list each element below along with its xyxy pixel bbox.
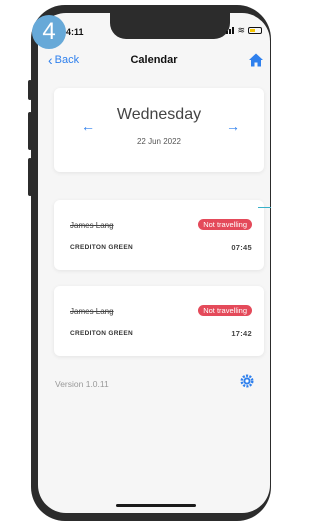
status-icons: ≋ [226, 25, 262, 35]
status-badge: Not travelling [198, 305, 252, 316]
battery-icon [248, 26, 262, 34]
mute-switch [28, 80, 32, 100]
next-day-arrow[interactable]: → [226, 118, 240, 134]
phone-screen: 4:11 ≋ ‹ Back Calendar ← Wednesday → 22 … [38, 13, 270, 513]
trip-card[interactable]: James Lang Not travelling CREDITON GREEN… [54, 286, 264, 356]
pickup-time: 17:42 [231, 329, 252, 338]
navigation-bar: ‹ Back Calendar [38, 51, 270, 71]
signal-icon [226, 26, 235, 34]
pickup-time: 07:45 [231, 243, 252, 252]
trip-card[interactable]: James Lang Not travelling CREDITON GREEN… [54, 200, 264, 270]
selected-date: 22 Jun 2022 [136, 137, 182, 146]
pickup-location: CREDITON GREEN [70, 244, 133, 251]
date-selector-card: ← Wednesday → 22 Jun 2022 [54, 88, 264, 172]
app-version: Version 1.0.11 [55, 379, 109, 389]
status-badge: Not travelling [198, 219, 252, 230]
gear-icon[interactable] [240, 374, 254, 388]
wifi-icon: ≋ [237, 25, 245, 35]
page-title: Calendar [130, 54, 178, 66]
status-time: 4:11 [66, 27, 84, 37]
step-number-badge: 4 [32, 15, 66, 49]
volume-up-button [28, 112, 32, 150]
callout-line [258, 207, 271, 208]
pickup-location: CREDITON GREEN [70, 330, 133, 337]
passenger-name: James Lang [70, 221, 114, 230]
home-indicator [116, 504, 196, 507]
home-icon[interactable] [248, 52, 264, 68]
passenger-name: James Lang [70, 307, 114, 316]
notch [110, 13, 230, 39]
volume-down-button [28, 158, 32, 196]
